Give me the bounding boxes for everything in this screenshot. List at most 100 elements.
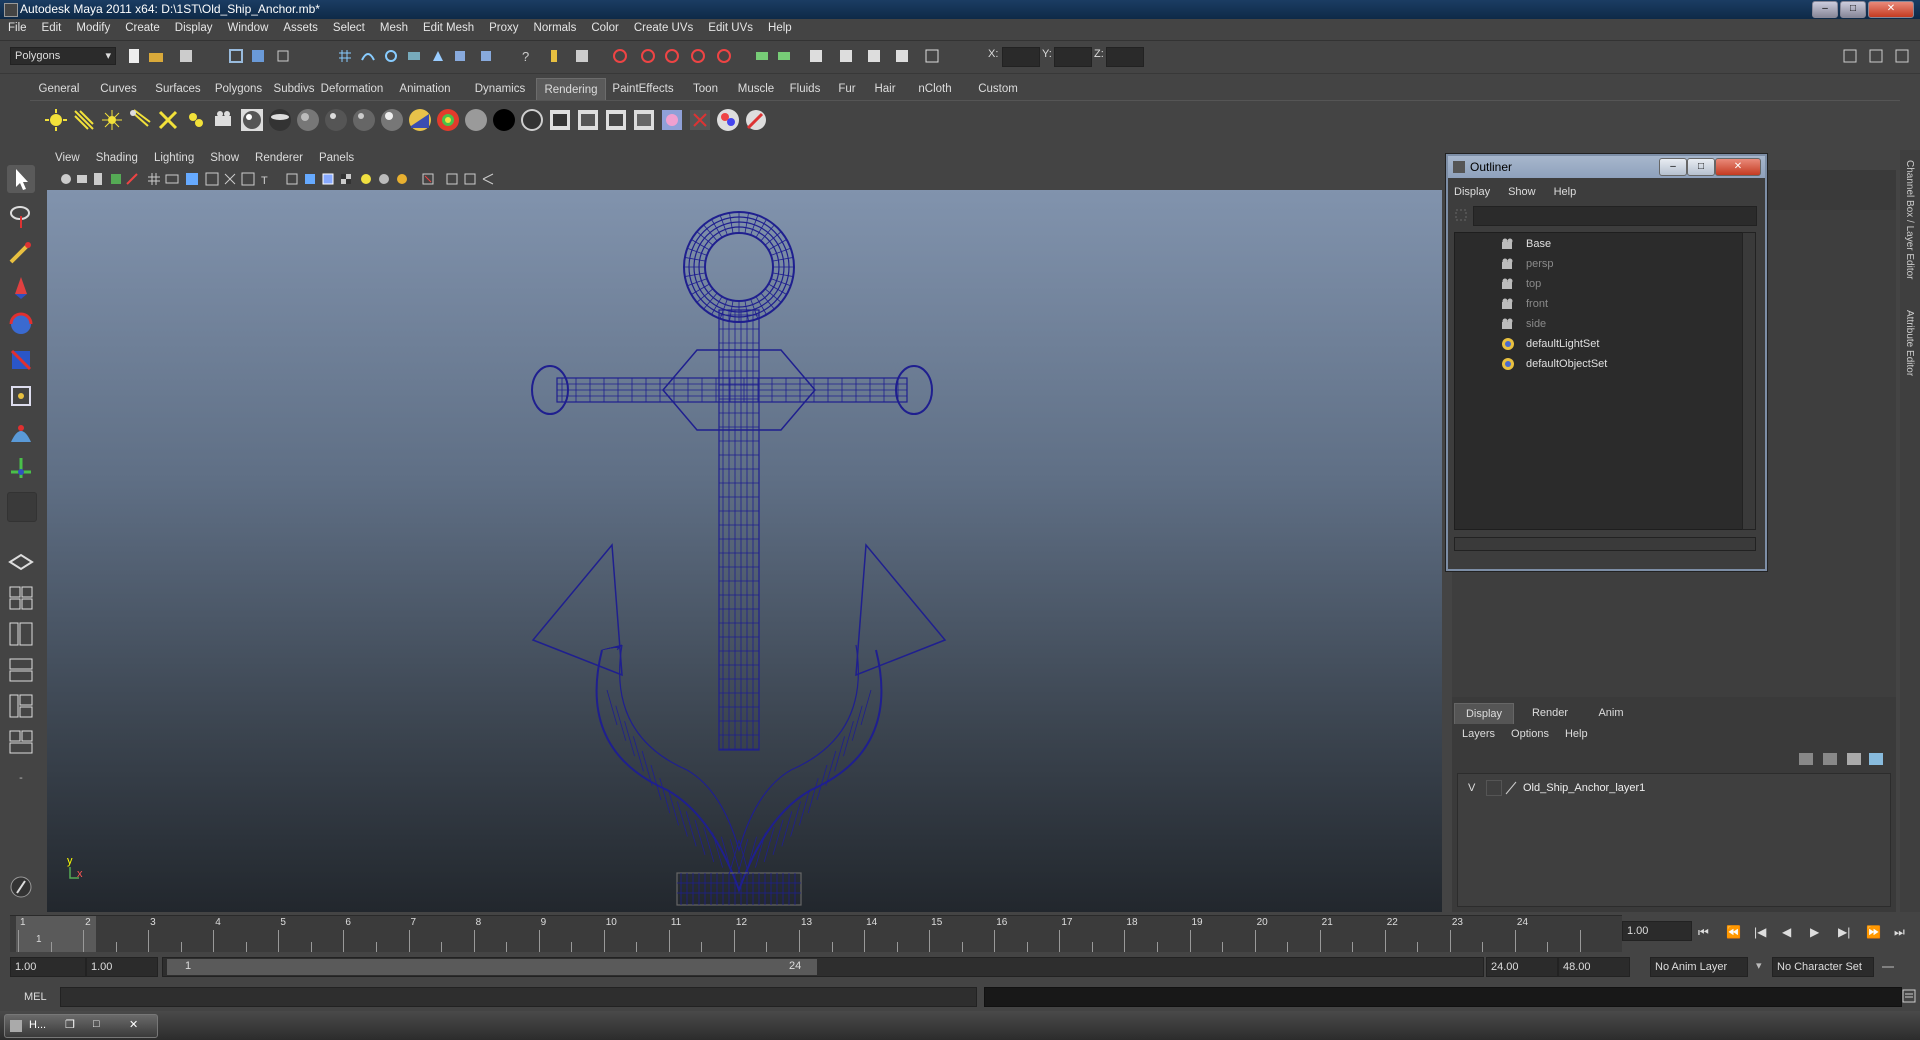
layered-shader-icon[interactable]: [380, 108, 404, 132]
area-light-icon[interactable]: [156, 108, 180, 132]
shading-map-icon[interactable]: [436, 108, 460, 132]
grease-pencil-icon[interactable]: [125, 172, 139, 186]
menu-proxy[interactable]: Proxy: [481, 19, 525, 34]
input-ops-icon[interactable]: [546, 48, 562, 64]
viewport-menu-view[interactable]: View: [47, 150, 88, 164]
outliner-item[interactable]: Base: [1500, 235, 1551, 253]
camera-attributes-icon[interactable]: [75, 172, 89, 186]
spot-light-icon[interactable]: [128, 108, 152, 132]
shelf-tab-dynamics[interactable]: Dynamics: [466, 78, 534, 100]
taskbar-item[interactable]: H... ❐ □ ✕: [4, 1014, 158, 1038]
hypershade-window-icon[interactable]: [660, 108, 684, 132]
step-back-frame-icon[interactable]: |◀: [1754, 925, 1766, 939]
y-field[interactable]: [1054, 47, 1092, 67]
directional-light-icon[interactable]: [72, 108, 96, 132]
go-to-end-icon[interactable]: ⏭: [1894, 925, 1905, 940]
render-globals-icon[interactable]: [716, 108, 740, 132]
outliner-minimize-button[interactable]: –: [1659, 158, 1687, 176]
menu-color[interactable]: Color: [583, 19, 625, 34]
single-pane-layout-icon[interactable]: [7, 548, 35, 576]
auto-key-icon[interactable]: [1880, 960, 1896, 974]
viewport-menu-show[interactable]: Show: [202, 150, 247, 164]
point-light-icon[interactable]: [100, 108, 124, 132]
snap-grid-icon[interactable]: [337, 48, 353, 64]
shelf-tab-curves[interactable]: Curves: [91, 78, 146, 100]
input-mode-icon[interactable]: [776, 48, 792, 64]
script-editor-button-icon[interactable]: [1902, 989, 1916, 1003]
render-view-window-icon[interactable]: [688, 108, 712, 132]
input-line-icon[interactable]: [754, 48, 770, 64]
menu-select[interactable]: Select: [325, 19, 372, 34]
menu-window[interactable]: Window: [219, 19, 275, 34]
range-slider-handle[interactable]: [167, 959, 817, 975]
layer-row[interactable]: V Old_Ship_Anchor_layer1: [1466, 780, 1656, 798]
outliner-item[interactable]: persp: [1500, 255, 1554, 273]
phonge-shader-icon[interactable]: [352, 108, 376, 132]
outliner-item[interactable]: defaultLightSet: [1500, 335, 1599, 353]
step-forward-key-icon[interactable]: ⏩: [1866, 925, 1881, 939]
restore-icon[interactable]: ❐: [65, 1018, 75, 1031]
paint-select-tool-icon[interactable]: [7, 238, 35, 266]
end-time-field[interactable]: 48.00: [1558, 957, 1630, 977]
hypershade-icon[interactable]: [690, 48, 706, 64]
shelf-tab-animation[interactable]: Animation: [387, 78, 463, 100]
shadows-icon[interactable]: [395, 172, 409, 186]
menu-help[interactable]: Help: [760, 19, 799, 34]
numeric-input-icon[interactable]: [924, 48, 940, 64]
close-button[interactable]: ✕: [1868, 1, 1914, 18]
more-layouts-button[interactable]: -: [7, 764, 35, 792]
lasso-tool-icon[interactable]: [7, 202, 35, 230]
surface-shader-icon[interactable]: [464, 108, 488, 132]
file-texture-icon[interactable]: [576, 108, 600, 132]
layer-color-icon[interactable]: [1504, 780, 1518, 796]
menu-normals[interactable]: Normals: [526, 19, 584, 34]
shelf-tab-ncloth[interactable]: nCloth: [906, 78, 964, 100]
current-frame-field[interactable]: 1.00: [1622, 921, 1692, 941]
safe-title-icon[interactable]: T: [259, 172, 273, 186]
noise-texture-icon[interactable]: [632, 108, 656, 132]
shelf-tab-custom[interactable]: Custom: [966, 78, 1030, 100]
construction-history-icon[interactable]: [574, 48, 590, 64]
ambient-light-icon[interactable]: [44, 108, 68, 132]
animation-end-field[interactable]: 24.00: [1486, 957, 1558, 977]
persp-graph-layout-icon[interactable]: [7, 656, 35, 684]
start-time-field[interactable]: 1.00: [10, 957, 86, 977]
safe-action-icon[interactable]: [241, 172, 255, 186]
image-plane-icon[interactable]: [109, 172, 123, 186]
grid-toggle-icon[interactable]: [147, 172, 161, 186]
play-forwards-icon[interactable]: ▶: [1810, 925, 1819, 939]
layer-name[interactable]: Old_Ship_Anchor_layer1: [1523, 782, 1645, 794]
viewport-menu-panels[interactable]: Panels: [311, 150, 362, 164]
menu-edit-uvs[interactable]: Edit UVs: [700, 19, 760, 34]
maximize-icon[interactable]: □: [93, 1018, 100, 1030]
shelf-tab-painteffects[interactable]: PaintEffects: [608, 78, 678, 100]
step-back-key-icon[interactable]: ⏪: [1726, 925, 1741, 939]
rename-icon[interactable]: [866, 48, 882, 64]
outliner-window[interactable]: Outliner – □ ✕ Display Show Help Base persp…: [1446, 154, 1767, 571]
channel-box-tab[interactable]: Channel Box / Layer Editor: [1904, 160, 1915, 280]
snap-view-plane-icon[interactable]: [406, 48, 422, 64]
new-scene-icon[interactable]: [126, 48, 142, 64]
resolution-gate-icon[interactable]: [185, 172, 199, 186]
outliner-item[interactable]: top: [1500, 275, 1541, 293]
menu-mesh[interactable]: Mesh: [372, 19, 415, 34]
menu-set-dropdown[interactable]: Polygons ▾: [10, 47, 116, 65]
select-component-icon[interactable]: [275, 48, 291, 64]
make-live-icon[interactable]: [430, 48, 446, 64]
universal-manipulator-icon[interactable]: [7, 382, 35, 410]
x-field[interactable]: [1002, 47, 1040, 67]
all-lights-icon[interactable]: [377, 172, 391, 186]
blinn-shader-icon[interactable]: [240, 108, 264, 132]
four-pane-layout-icon[interactable]: [7, 584, 35, 612]
layer-tab-anim[interactable]: Anim: [1586, 703, 1636, 723]
shelf-tab-hair[interactable]: Hair: [867, 78, 903, 100]
show-manipulator-icon[interactable]: [7, 454, 35, 482]
menu-assets[interactable]: Assets: [275, 19, 325, 34]
menu-create[interactable]: Create: [117, 19, 167, 34]
character-set-dropdown[interactable]: No Character Set: [1772, 957, 1874, 977]
shelf-tab-polygons[interactable]: Polygons: [210, 78, 267, 100]
shelf-tab-toon[interactable]: Toon: [682, 78, 729, 100]
outliner-filter-field[interactable]: [1473, 206, 1757, 226]
shelf-tab-surfaces[interactable]: Surfaces: [149, 78, 207, 100]
anisotropic-shader-icon[interactable]: [268, 108, 292, 132]
